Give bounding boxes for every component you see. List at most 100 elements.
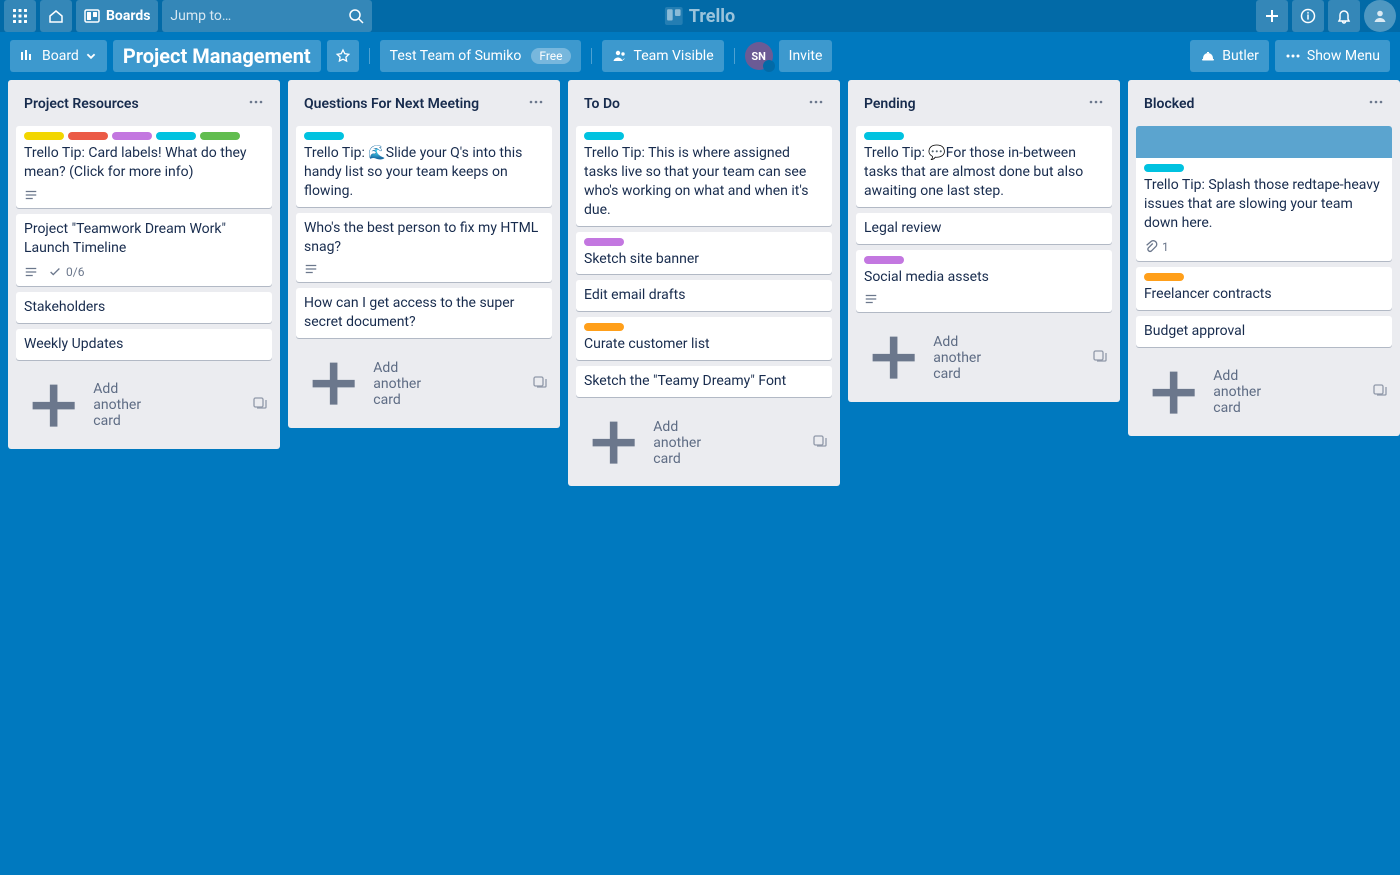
card[interactable]: Who's the best person to fix my HTML sna… (296, 213, 552, 283)
card-badges: 0/6 (24, 264, 264, 280)
logo-text: Trello (689, 6, 735, 27)
list-title[interactable]: Questions For Next Meeting (304, 96, 479, 112)
label-sky[interactable] (864, 132, 904, 140)
label-purple[interactable] (864, 256, 904, 264)
card[interactable]: Trello Tip: 💬For those in-between tasks … (856, 126, 1112, 207)
board-canvas[interactable]: Project Resources Trello Tip: Card labels… (0, 80, 1400, 875)
label-sky[interactable] (584, 132, 624, 140)
add-card-button[interactable]: Add another card (856, 318, 1112, 393)
view-switcher[interactable]: Board (10, 40, 107, 72)
card[interactable]: Freelancer contracts (1136, 267, 1392, 310)
list-title[interactable]: Pending (864, 96, 916, 112)
list: To Do Trello Tip: This is where assigned … (568, 80, 840, 486)
card-template-icon[interactable] (812, 433, 828, 453)
more-icon (1285, 48, 1301, 64)
card[interactable]: Stakeholders (16, 292, 272, 323)
notifications-button[interactable] (1328, 0, 1360, 32)
home-icon (48, 8, 64, 24)
butler-icon (1200, 48, 1216, 64)
list-title[interactable]: To Do (584, 96, 620, 112)
card-title: Social media assets (864, 268, 1104, 287)
visibility-label: Team Visible (634, 48, 714, 64)
star-button[interactable] (327, 40, 359, 72)
card-labels (1144, 273, 1384, 281)
trello-logo[interactable]: Trello (665, 6, 735, 27)
card[interactable]: Edit email drafts (576, 280, 832, 311)
label-sky[interactable] (1144, 164, 1184, 172)
search-icon (348, 8, 364, 24)
add-card-button[interactable]: Add another card (16, 366, 272, 441)
label-yellow[interactable] (24, 132, 64, 140)
label-purple[interactable] (584, 238, 624, 246)
info-button[interactable] (1292, 0, 1324, 32)
user-avatar[interactable] (1364, 0, 1396, 32)
card-template-icon[interactable] (252, 395, 268, 415)
list-menu-button[interactable] (524, 90, 548, 118)
add-card-button[interactable]: Add another card (576, 403, 832, 478)
list-title[interactable]: Project Resources (24, 96, 139, 112)
apps-button[interactable] (4, 0, 36, 32)
add-card-label: Add another card (653, 419, 709, 467)
card[interactable]: Project "Teamwork Dream Work" Launch Tim… (16, 214, 272, 286)
label-purple[interactable] (112, 132, 152, 140)
checklist-badge: 0/6 (48, 264, 84, 280)
card[interactable]: Curate customer list (576, 317, 832, 360)
card[interactable]: Sketch site banner (576, 232, 832, 275)
card[interactable]: Trello Tip: 🌊Slide your Q's into this ha… (296, 126, 552, 207)
label-orange[interactable] (584, 323, 624, 331)
visibility-button[interactable]: Team Visible (602, 40, 724, 72)
butler-button[interactable]: Butler (1190, 40, 1269, 72)
list-menu-button[interactable] (244, 90, 268, 118)
list-menu-button[interactable] (1084, 90, 1108, 118)
card[interactable]: Weekly Updates (16, 329, 272, 360)
description-icon (304, 262, 318, 276)
plus-icon (1264, 8, 1280, 24)
label-red[interactable] (68, 132, 108, 140)
attachment-badge: 1 (1144, 239, 1169, 255)
label-green[interactable] (200, 132, 240, 140)
user-icon (1372, 8, 1388, 24)
team-button[interactable]: Test Team of Sumiko Free (380, 40, 581, 72)
team-badge: Free (531, 48, 570, 64)
list-menu-button[interactable] (1364, 90, 1388, 118)
label-orange[interactable] (1144, 273, 1184, 281)
invite-button[interactable]: Invite (779, 40, 833, 72)
card[interactable]: How can I get access to the super secret… (296, 288, 552, 338)
board-title[interactable]: Project Management (113, 40, 321, 72)
card-title: Freelancer contracts (1144, 285, 1384, 304)
create-button[interactable] (1256, 0, 1288, 32)
card-template-icon[interactable] (1372, 382, 1388, 402)
card-title: Trello Tip: 💬For those in-between tasks … (864, 144, 1104, 201)
add-card-label: Add another card (373, 360, 429, 408)
member-avatar[interactable]: SN (745, 42, 773, 70)
search-box[interactable] (162, 0, 372, 32)
card-title: Stakeholders (24, 298, 264, 317)
home-button[interactable] (40, 0, 72, 32)
card[interactable]: Budget approval (1136, 316, 1392, 347)
label-sky[interactable] (156, 132, 196, 140)
card[interactable]: Social media assets (856, 250, 1112, 313)
card-template-icon[interactable] (1092, 348, 1108, 368)
card-template-icon[interactable] (532, 374, 548, 394)
card[interactable]: Trello Tip: This is where assigned tasks… (576, 126, 832, 226)
card[interactable]: Trello Tip: Card labels! What do they me… (16, 126, 272, 208)
label-sky[interactable] (304, 132, 344, 140)
add-card-button[interactable]: Add another card (296, 344, 552, 419)
search-input[interactable] (170, 8, 348, 24)
show-menu-button[interactable]: Show Menu (1275, 40, 1390, 72)
card-labels (1144, 164, 1384, 172)
bell-icon (1336, 8, 1352, 24)
list: Blocked Trello Tip: Splash those redtape-… (1128, 80, 1400, 436)
list-title[interactable]: Blocked (1144, 96, 1194, 112)
card[interactable]: Sketch the "Teamy Dreamy" Font (576, 366, 832, 397)
card-title: Budget approval (1144, 322, 1384, 341)
card-title: Trello Tip: Card labels! What do they me… (24, 144, 264, 182)
card[interactable]: Trello Tip: Splash those redtape-heavy i… (1136, 126, 1392, 261)
description-icon (24, 265, 38, 279)
list-menu-button[interactable] (804, 90, 828, 118)
card[interactable]: Legal review (856, 213, 1112, 244)
add-card-button[interactable]: Add another card (1136, 353, 1392, 428)
boards-button[interactable]: Boards (76, 0, 158, 32)
chevron-down-icon (85, 50, 97, 62)
bars-icon (20, 48, 36, 64)
